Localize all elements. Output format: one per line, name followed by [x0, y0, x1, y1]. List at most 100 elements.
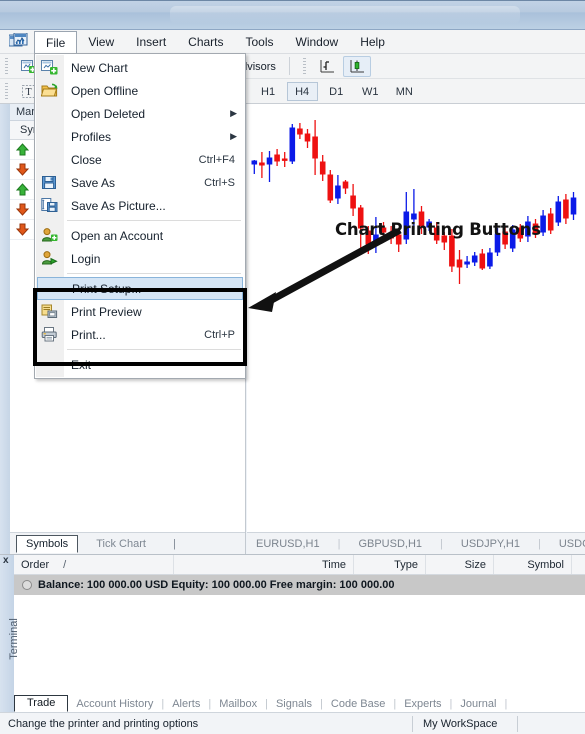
menuitem-print-preview[interactable]: Print Preview: [35, 300, 245, 323]
tab-tick-chart[interactable]: Tick Chart: [87, 536, 155, 554]
menu-help[interactable]: Help: [349, 30, 396, 54]
menuitem-print-setup-label: Print Setup...: [72, 281, 142, 296]
toolbar-grip[interactable]: [3, 58, 11, 75]
menuitem-save-as-label: Save As: [71, 175, 116, 190]
status-hint: Change the printer and printing options: [8, 717, 199, 730]
arrow-up-icon: [16, 183, 29, 196]
bar-chart-icon: [320, 59, 335, 72]
menu-charts-label: Charts: [188, 35, 224, 49]
menuitem-save-as[interactable]: Save As Ctrl+S: [35, 171, 245, 194]
column-order[interactable]: Order /: [14, 555, 174, 574]
menu-window[interactable]: Window: [285, 30, 350, 54]
column-type[interactable]: Type: [354, 555, 426, 574]
menu-tools[interactable]: Tools: [235, 30, 285, 54]
menuitem-profiles-label: Profiles: [71, 129, 112, 144]
market-watch-tabbar: Symbols Tick Chart |: [10, 532, 245, 554]
toolbar-grip-2[interactable]: [301, 58, 310, 75]
tab-experts[interactable]: Experts: [396, 698, 449, 712]
open-account-icon: [41, 228, 58, 242]
column-symbol-label: Symbol: [527, 558, 564, 571]
menuitem-login-label: Login: [71, 251, 101, 266]
menuitem-open-offline[interactable]: Open Offline: [35, 79, 245, 102]
chart-area[interactable]: [247, 104, 585, 554]
tab-alerts[interactable]: Alerts: [164, 698, 208, 712]
menu-window-label: Window: [295, 35, 339, 49]
timeframe-h4[interactable]: H4: [286, 82, 318, 101]
column-time[interactable]: Time: [174, 555, 354, 574]
menuitem-open-deleted[interactable]: Open Deleted ▶: [35, 102, 245, 125]
menuitem-exit-label: Exit: [71, 357, 92, 372]
menuitem-print-setup[interactable]: Print Setup...: [37, 277, 243, 300]
menuitem-save-as-picture[interactable]: Save As Picture...: [35, 194, 245, 217]
tab-journal[interactable]: Journal: [452, 698, 504, 712]
tab-trade[interactable]: Trade: [14, 695, 69, 712]
arrow-down-icon: [16, 223, 29, 236]
tab-code-base[interactable]: Code Base: [323, 698, 393, 712]
tab-symbols[interactable]: Symbols: [16, 535, 79, 553]
menuitem-close-label: Close: [71, 152, 102, 167]
title-bar-top-edge: [0, 0, 585, 1]
menu-insert[interactable]: Insert: [125, 30, 177, 54]
menu-file-label: File: [46, 36, 66, 50]
menuitem-open-an-account[interactable]: Open an Account: [35, 224, 245, 247]
menuitem-open-deleted-label: Open Deleted: [71, 106, 146, 121]
tab-account-history[interactable]: Account History: [68, 698, 161, 712]
menu-view-label: View: [88, 35, 115, 49]
timeframe-h1[interactable]: H1: [253, 82, 284, 101]
menu-help-label: Help: [360, 35, 385, 49]
chart-tab-divider: |: [537, 537, 541, 550]
chart-tab-usdchf[interactable]: USDCHF,H1: [550, 538, 585, 550]
menu-items: File View Insert Charts Tools Window Hel…: [34, 30, 396, 54]
market-watch-dock-strip[interactable]: [0, 104, 10, 554]
timeframe-d1[interactable]: D1: [321, 82, 352, 101]
menuitem-print[interactable]: Print... Ctrl+P: [35, 323, 245, 346]
menuitem-save-as-accel: Ctrl+S: [204, 176, 235, 189]
login-icon: [41, 251, 58, 265]
chart-tab-usdjpy[interactable]: USDJPY,H1: [452, 538, 529, 550]
title-bar-sheen: [170, 6, 520, 24]
chart-tab-divider: |: [440, 537, 443, 550]
menu-insert-label: Insert: [136, 35, 167, 49]
menu-separator: [67, 273, 241, 274]
terminal-panel: x Terminal Order / Time Type Size Symbol…: [0, 554, 585, 734]
menuitem-close[interactable]: Close Ctrl+F4: [35, 148, 245, 171]
new-chart-icon: [41, 60, 58, 75]
menu-file[interactable]: File: [34, 31, 78, 54]
column-size[interactable]: Size: [426, 555, 494, 574]
terminal-tabbar: Trade Account History | Alerts | Mailbox…: [14, 694, 585, 712]
tab-signals[interactable]: Signals: [268, 698, 320, 712]
svg-text:T: T: [26, 87, 32, 98]
timeframe-mn[interactable]: MN: [389, 82, 420, 101]
bar-chart-button[interactable]: [314, 56, 340, 77]
timeframe-w1[interactable]: W1: [355, 82, 386, 101]
arrow-down-icon: [16, 163, 29, 176]
tab-mailbox[interactable]: Mailbox: [211, 698, 265, 712]
menuitem-close-accel: Ctrl+F4: [198, 153, 235, 166]
column-time-label: Time: [321, 558, 346, 571]
table-row[interactable]: Balance: 100 000.00 USD Equity: 100 000.…: [14, 575, 585, 595]
menuitem-exit[interactable]: Exit: [35, 353, 245, 376]
menuitem-new-chart[interactable]: New Chart: [35, 56, 245, 79]
submenu-arrow-icon: ▶: [230, 131, 237, 141]
file-dropdown-menu: New Chart Open Offline Open Deleted ▶ Pr…: [34, 53, 246, 379]
row-marker-icon: [22, 580, 32, 590]
menuitem-open-offline-label: Open Offline: [71, 83, 139, 98]
submenu-arrow-icon: ▶: [230, 108, 237, 118]
menu-charts[interactable]: Charts: [177, 30, 234, 54]
arrow-up-icon: [16, 143, 29, 156]
menuitem-print-label: Print...: [71, 327, 106, 342]
status-workspace: My WorkSpace: [423, 717, 498, 730]
terminal-column-headers: Order / Time Type Size Symbol: [14, 555, 585, 575]
terminal-dock-strip[interactable]: x Terminal: [0, 555, 20, 734]
column-symbol[interactable]: Symbol: [494, 555, 572, 574]
menuitem-profiles[interactable]: Profiles ▶: [35, 125, 245, 148]
toolbar-grip-3[interactable]: [3, 83, 11, 100]
candlestick-chart-button[interactable]: [343, 56, 372, 77]
chart-tab-gbpusd[interactable]: GBPUSD,H1: [349, 538, 431, 550]
close-icon[interactable]: x: [3, 556, 9, 566]
column-spacer: [572, 555, 585, 574]
menu-view[interactable]: View: [77, 30, 125, 54]
menuitem-login[interactable]: Login: [35, 247, 245, 270]
chart-tab-eurusd[interactable]: EURUSD,H1: [247, 538, 329, 550]
tabbar-divider: |: [173, 538, 176, 550]
